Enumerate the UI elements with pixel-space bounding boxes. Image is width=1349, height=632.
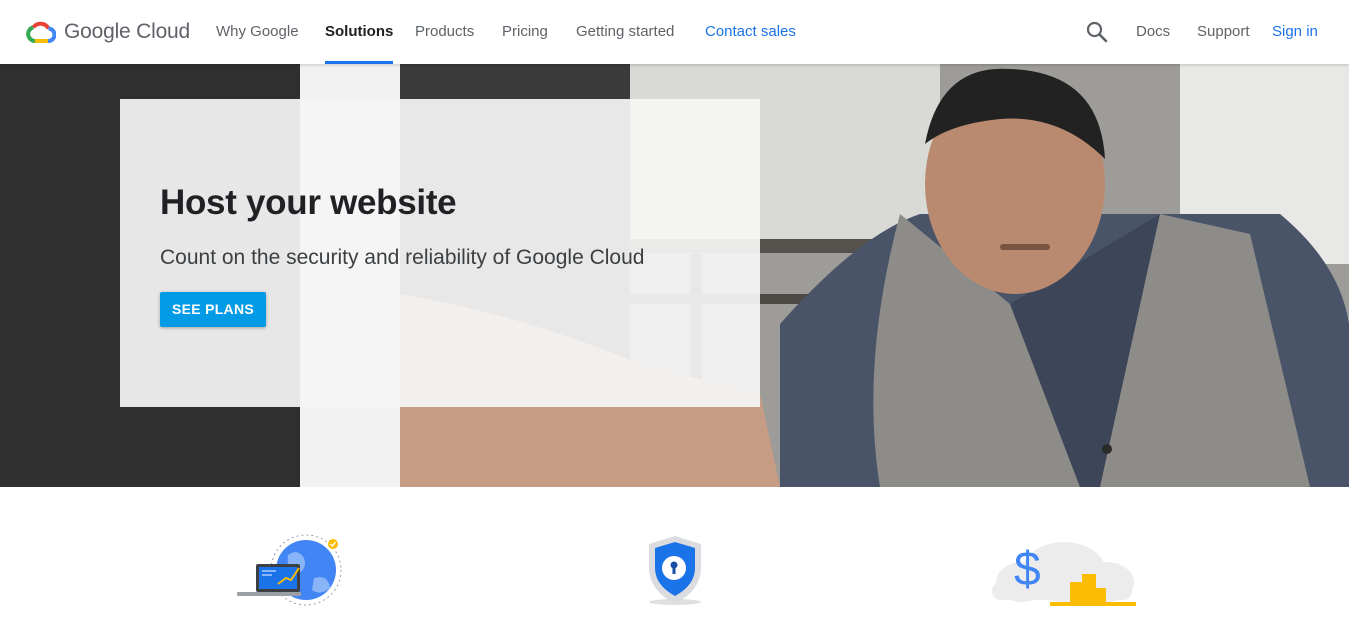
feature-security (645, 530, 705, 610)
nav-why-google[interactable]: Why Google (216, 0, 299, 64)
globe-laptop-icon (237, 534, 342, 606)
hero-title: Host your website (160, 183, 457, 222)
nav-contact-sales[interactable]: Contact sales (705, 0, 796, 64)
feature-performance (236, 530, 346, 610)
nav-products[interactable]: Products (415, 0, 474, 64)
nav-pricing[interactable]: Pricing (502, 0, 548, 64)
dollar-cloud-icon: $ (992, 542, 1136, 606)
svg-text:$: $ (1014, 543, 1041, 596)
feature-pricing: $ (984, 530, 1139, 610)
nav-solutions[interactable]: Solutions (325, 0, 394, 64)
search-button[interactable] (1086, 21, 1108, 43)
hero-card: Host your website Count on the security … (120, 99, 760, 407)
docs-link[interactable]: Docs (1136, 0, 1170, 64)
brand-name: Google Cloud (64, 20, 191, 43)
see-plans-button[interactable]: SEE PLANS (160, 292, 266, 327)
top-navigation-bar: Google Cloud Why Google Solutions Produc… (0, 0, 1349, 64)
shield-lock-icon (649, 536, 701, 605)
nav-getting-started[interactable]: Getting started (576, 0, 674, 64)
search-icon (1086, 21, 1108, 43)
google-cloud-logo-icon (26, 19, 56, 45)
google-cloud-logo[interactable]: Google Cloud (26, 18, 190, 46)
sign-in-link[interactable]: Sign in (1272, 0, 1318, 64)
support-link[interactable]: Support (1197, 0, 1250, 64)
hero-subtitle: Count on the security and reliability of… (160, 246, 645, 269)
hero-banner: Host your website Count on the security … (0, 64, 1349, 487)
